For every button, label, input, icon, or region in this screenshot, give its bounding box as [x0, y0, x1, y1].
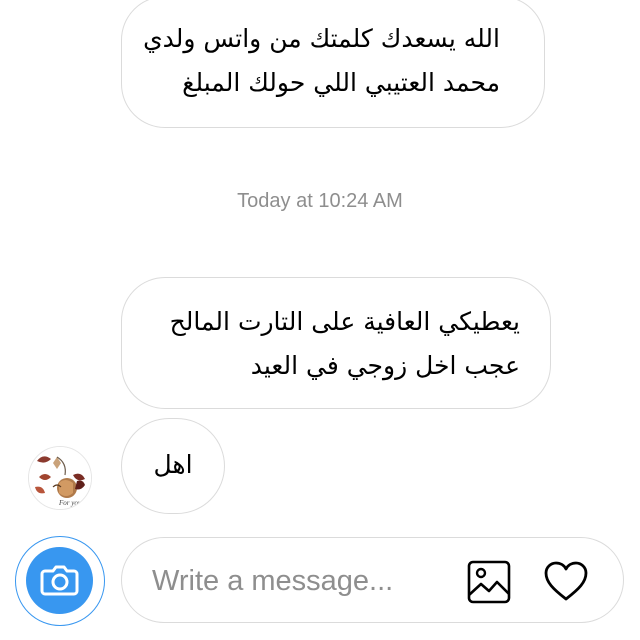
- message-text: الله يسعدك كلمتك من واتس ولدي: [143, 24, 500, 53]
- heart-icon: [544, 561, 588, 601]
- camera-button-fill: [26, 547, 93, 614]
- gallery-icon: [467, 560, 511, 604]
- chat-thread: الله يسعدك كلمتك من واتس ولدي محمد العتي…: [0, 0, 640, 640]
- message-bubble[interactable]: اهل: [121, 418, 225, 514]
- message-text: اهل: [153, 450, 193, 479]
- message-text: عجب اخل زوجي في العيد: [250, 351, 520, 380]
- svg-text:For you: For you: [58, 499, 82, 507]
- avatar[interactable]: For you: [28, 446, 92, 510]
- message-bubble[interactable]: الله يسعدك كلمتك من واتس ولدي محمد العتي…: [121, 0, 545, 128]
- message-composer[interactable]: Write a message...: [121, 537, 624, 623]
- message-input-placeholder[interactable]: Write a message...: [152, 538, 393, 624]
- gallery-button[interactable]: [466, 559, 512, 605]
- like-button[interactable]: [543, 559, 589, 605]
- camera-icon: [40, 565, 79, 596]
- message-text: محمد العتيبي اللي حولك المبلغ: [182, 68, 500, 97]
- camera-button[interactable]: [15, 536, 105, 626]
- message-text: يعطيكي العافية على التارت المالح: [169, 307, 520, 336]
- avatar-image: For you: [29, 447, 91, 509]
- message-bubble[interactable]: يعطيكي العافية على التارت المالح عجب اخل…: [121, 277, 551, 409]
- message-timestamp: Today at 10:24 AM: [237, 190, 403, 212]
